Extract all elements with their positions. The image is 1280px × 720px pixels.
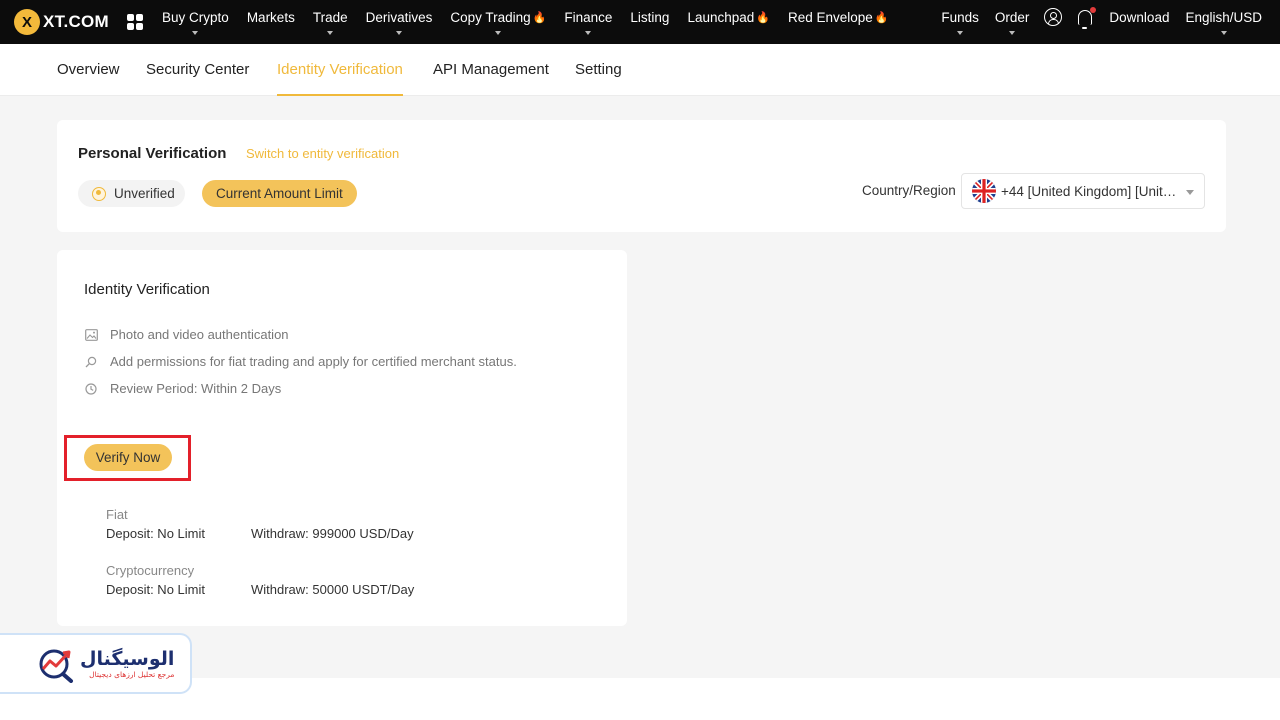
uk-flag-icon bbox=[972, 179, 996, 203]
bottom-strip bbox=[0, 678, 1280, 720]
apps-grid-icon[interactable] bbox=[127, 14, 144, 30]
feature-item: Review Period: Within 2 Days bbox=[84, 381, 281, 396]
crypto-label: Cryptocurrency bbox=[106, 563, 195, 578]
status-badge: Unverified bbox=[78, 180, 185, 207]
fire-icon: 🔥 bbox=[532, 11, 547, 24]
nav-item-trade[interactable]: Trade bbox=[304, 0, 357, 35]
fiat-label: Fiat bbox=[106, 507, 128, 522]
logo-text: XT.COM bbox=[43, 12, 110, 31]
user-icon bbox=[1044, 8, 1063, 26]
fire-icon: 🔥 bbox=[756, 11, 770, 24]
chevron-down-icon bbox=[585, 31, 592, 35]
status-label: Unverified bbox=[114, 186, 175, 201]
language-label: English/USD bbox=[1185, 9, 1262, 25]
order-menu[interactable]: Order bbox=[987, 0, 1038, 35]
chevron-down-icon bbox=[957, 31, 964, 35]
feature-text: Photo and video authentication bbox=[110, 327, 289, 342]
tab-security-center[interactable]: Security Center bbox=[146, 44, 249, 96]
nav-right: Funds Order Download English/USD bbox=[933, 0, 1270, 44]
funds-menu[interactable]: Funds bbox=[933, 0, 987, 35]
nav-item-label: Red Envelope bbox=[787, 9, 873, 25]
download-label: Download bbox=[1109, 9, 1170, 25]
account-tabs: Overview Security Center Identity Verifi… bbox=[0, 44, 1280, 96]
top-navbar: X XT.COM Buy Crypto Markets Trade Derivativ… bbox=[0, 0, 1280, 44]
country-value: +44 [United Kingdom] [United Kingdom] bbox=[1001, 183, 1183, 199]
nav-item-label: Listing bbox=[630, 9, 670, 25]
nav-item-buy-crypto[interactable]: Buy Crypto bbox=[153, 0, 238, 35]
nav-item-label: Buy Crypto bbox=[162, 9, 229, 25]
fiat-withdraw-limit: Withdraw: 999000 USD/Day bbox=[251, 526, 414, 541]
fiat-deposit-limit: Deposit: No Limit bbox=[106, 526, 205, 541]
nav-item-copy-trading[interactable]: Copy Trading 🔥 bbox=[441, 0, 555, 35]
logo-badge-icon: X bbox=[14, 9, 40, 35]
nav-item-listing[interactable]: Listing bbox=[621, 0, 678, 34]
tab-api-management[interactable]: API Management bbox=[433, 44, 549, 96]
nav-item-label: Launchpad bbox=[687, 9, 755, 25]
order-label: Order bbox=[994, 9, 1030, 25]
watermark-sub: مرجع تحلیل ارزهای دیجیتال bbox=[89, 669, 175, 679]
nav-item-finance[interactable]: Finance bbox=[555, 0, 621, 35]
notification-dot-icon bbox=[1090, 7, 1097, 13]
nav-item-label: Derivatives bbox=[365, 9, 433, 25]
highlight-annotation bbox=[64, 435, 191, 481]
nav-item-markets[interactable]: Markets bbox=[238, 0, 304, 34]
switch-entity-link[interactable]: Switch to entity verification bbox=[246, 146, 399, 161]
chevron-down-icon bbox=[495, 31, 502, 35]
xt-logo[interactable]: X XT.COM bbox=[14, 0, 109, 44]
nav-item-label: Trade bbox=[312, 9, 348, 25]
main-menu: Buy Crypto Markets Trade Derivatives Copy Tr… bbox=[153, 0, 897, 44]
tab-setting[interactable]: Setting bbox=[575, 44, 622, 96]
nav-item-label: Markets bbox=[246, 9, 295, 25]
current-amount-limit-button[interactable]: Current Amount Limit bbox=[202, 180, 357, 207]
watermark: الوسیگنال مرجع تحلیل ارزهای دیجیتال bbox=[0, 633, 192, 694]
feature-item: Photo and video authentication bbox=[84, 327, 289, 342]
tab-overview[interactable]: Overview bbox=[57, 44, 120, 96]
nav-item-red-envelope[interactable]: Red Envelope 🔥 bbox=[779, 0, 898, 34]
feature-item: Add permissions for fiat trading and app… bbox=[84, 354, 517, 369]
tab-identity-verification[interactable]: Identity Verification bbox=[277, 44, 403, 96]
country-region-select[interactable]: +44 [United Kingdom] [United Kingdom] bbox=[961, 173, 1205, 209]
crypto-withdraw-limit: Withdraw: 50000 USDT/Day bbox=[251, 582, 415, 597]
country-region-label: Country/Region bbox=[862, 183, 956, 198]
nav-item-label: Copy Trading bbox=[450, 9, 531, 25]
identity-verification-title: Identity Verification bbox=[84, 281, 210, 298]
language-currency-menu[interactable]: English/USD bbox=[1177, 0, 1270, 35]
nav-item-launchpad[interactable]: Launchpad 🔥 bbox=[678, 0, 779, 34]
chevron-down-icon bbox=[1009, 31, 1016, 35]
crypto-deposit-limit: Deposit: No Limit bbox=[106, 582, 205, 597]
chevron-down-icon bbox=[395, 31, 402, 35]
nav-item-label: Finance bbox=[564, 9, 613, 25]
search-icon bbox=[84, 355, 98, 369]
feature-text: Review Period: Within 2 Days bbox=[110, 381, 282, 396]
feature-text: Add permissions for fiat trading and app… bbox=[110, 354, 517, 369]
image-icon bbox=[84, 328, 98, 342]
clock-icon bbox=[84, 382, 98, 396]
chevron-down-icon bbox=[1186, 190, 1194, 195]
account-button[interactable] bbox=[1043, 0, 1063, 34]
personal-verification-title: Personal Verification bbox=[78, 145, 227, 162]
fire-icon: 🔥 bbox=[874, 11, 889, 24]
personal-verification-card: Personal Verification Switch to entity v… bbox=[57, 120, 1226, 232]
funds-label: Funds bbox=[941, 9, 979, 25]
download-link[interactable]: Download bbox=[1101, 0, 1177, 34]
user-status-icon bbox=[92, 186, 106, 201]
nav-item-derivatives[interactable]: Derivatives bbox=[357, 0, 442, 35]
chevron-down-icon bbox=[327, 31, 334, 35]
chevron-down-icon bbox=[192, 31, 199, 35]
watermark-text: الوسیگنال مرجع تحلیل ارزهای دیجیتال bbox=[80, 648, 174, 680]
notifications-button[interactable] bbox=[1075, 0, 1097, 34]
watermark-main: الوسیگنال bbox=[80, 647, 175, 670]
chevron-down-icon bbox=[1220, 31, 1227, 35]
watermark-logo-icon bbox=[38, 645, 76, 683]
